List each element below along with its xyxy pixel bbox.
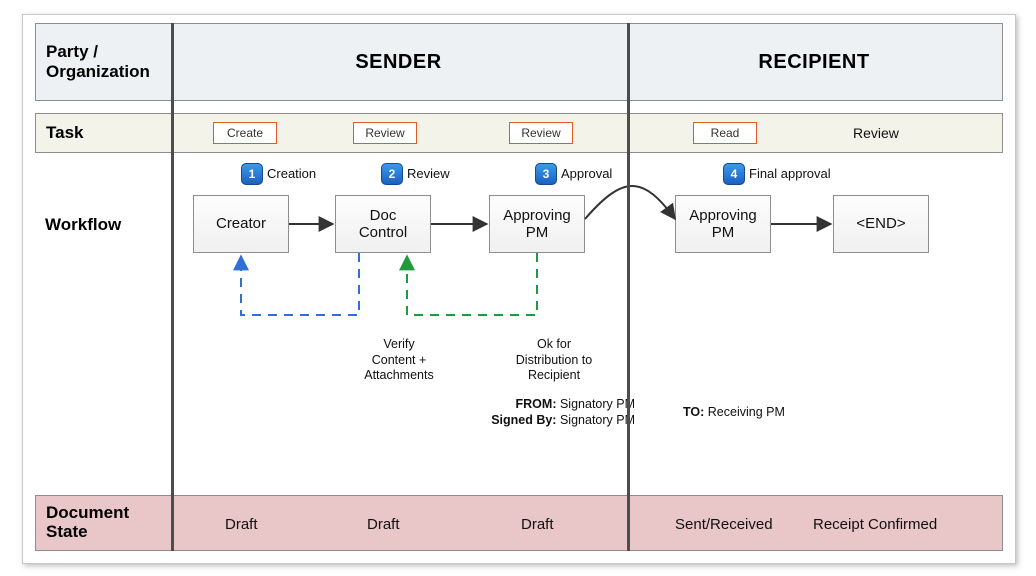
row-label-task: Task — [36, 123, 171, 143]
step-label-2: Review — [407, 166, 450, 181]
state-4: Sent/Received — [675, 516, 773, 533]
step-badge-2: 2 — [381, 163, 403, 185]
node-end: <END> — [833, 195, 929, 253]
task-read: Read — [693, 122, 757, 144]
step-label-4: Final approval — [749, 166, 831, 181]
step-badge-4: 4 — [723, 163, 745, 185]
separator-sender-recipient — [627, 23, 630, 551]
node-approving-pm-recipient: Approving PM — [675, 195, 771, 253]
node-doc-control: Doc Control — [335, 195, 431, 253]
state-3: Draft — [521, 516, 554, 533]
separator-labels — [171, 23, 174, 551]
anno-ok-dist: Ok for Distribution to Recipient — [499, 337, 609, 384]
task-create: Create — [213, 122, 277, 144]
step-label-3: Approval — [561, 166, 612, 181]
band-party: Party / Organization SENDER RECIPIENT — [35, 23, 1003, 101]
arrow-approving-to-recipient — [585, 186, 675, 219]
state-5: Receipt Confirmed — [813, 516, 937, 533]
task-review-2: Review — [509, 122, 573, 144]
anno-from-signed: FROM: Signatory PM Signed By: Signatory … — [475, 397, 635, 428]
state-1: Draft — [225, 516, 258, 533]
step-badge-1: 1 — [241, 163, 263, 185]
row-label-party: Party / Organization — [36, 34, 171, 89]
col-header-sender: SENDER — [171, 51, 626, 74]
task-review-plain: Review — [853, 125, 899, 141]
feedback-approving-to-doc — [407, 253, 537, 315]
node-creator: Creator — [193, 195, 289, 253]
row-label-state: Document State — [36, 504, 171, 541]
step-badge-3: 3 — [535, 163, 557, 185]
feedback-doc-to-creator — [241, 253, 359, 315]
state-2: Draft — [367, 516, 400, 533]
step-label-1: Creation — [267, 166, 316, 181]
row-label-workflow: Workflow — [45, 215, 121, 235]
anno-to: TO: Receiving PM — [683, 405, 785, 421]
col-header-recipient: RECIPIENT — [626, 51, 1002, 74]
diagram-frame: Party / Organization SENDER RECIPIENT Ta… — [22, 14, 1016, 564]
task-review-1: Review — [353, 122, 417, 144]
node-approving-pm-sender: Approving PM — [489, 195, 585, 253]
anno-verify: Verify Content + Attachments — [349, 337, 449, 384]
